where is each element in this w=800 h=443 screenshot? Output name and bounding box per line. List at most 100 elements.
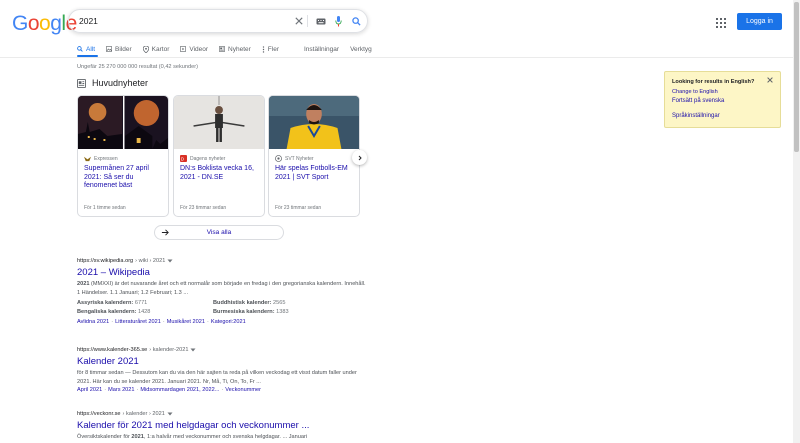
search-input[interactable]: [79, 10, 279, 32]
snippet-text: Översiktskalender för: [77, 434, 132, 440]
news-icon: [77, 78, 86, 88]
tab-all[interactable]: Allt: [77, 46, 95, 53]
news-headline[interactable]: DN:s Boklista vecka 16, 2021 - DN.SE: [180, 165, 262, 182]
tab-label: Inställningar: [304, 45, 340, 53]
microphone-icon[interactable]: [331, 14, 345, 28]
tab-label: Videor: [189, 45, 209, 53]
language-question: Looking for results in English?: [672, 79, 755, 85]
snippet-text: (MMXXI) är det nuvarande året och ett no…: [77, 281, 366, 296]
search-result: https://www.kalender-365.se › kalender-2…: [77, 347, 367, 393]
result-breadcrumb: › kalender › 2021: [122, 411, 165, 417]
tab-tools[interactable]: Verktyg: [350, 46, 372, 53]
sitelink[interactable]: Midsommardagen 2021, 2022...: [140, 387, 219, 393]
sitelink[interactable]: April 2021: [77, 387, 102, 393]
news-thumbnail: [269, 96, 359, 149]
news-time: För 23 timmar sedan: [180, 205, 227, 211]
language-settings-link[interactable]: Språkinställningar: [672, 113, 720, 119]
tabs-divider: [0, 57, 800, 58]
caret-down-icon[interactable]: [167, 259, 173, 263]
fact-value: 6771: [134, 299, 148, 306]
close-icon[interactable]: [767, 77, 773, 85]
sitelink[interactable]: Avlidna 2021: [77, 319, 109, 325]
news-thumbnail: [78, 96, 168, 149]
tab-maps[interactable]: Kartor: [142, 45, 170, 53]
caret-down-icon[interactable]: [190, 348, 196, 352]
tab-settings[interactable]: Inställningar: [304, 46, 339, 53]
tab-label: Verktyg: [350, 45, 372, 53]
result-url[interactable]: https://veckonr.se › kalender › 2021: [77, 411, 367, 417]
news-card[interactable]: Expressen Supermånen 27 april 2021: Så s…: [77, 95, 169, 217]
tab-label: Bilder: [115, 45, 132, 53]
news-time: För 1 timme sedan: [84, 205, 126, 211]
more-vertical-icon: [262, 45, 264, 53]
search-submit-icon[interactable]: [349, 14, 363, 28]
snippet-text: , 1:a halvår med veckonummer och svenska…: [143, 434, 308, 440]
result-title[interactable]: Kalender 2021: [77, 356, 367, 367]
clear-icon[interactable]: [292, 14, 306, 28]
caret-down-icon[interactable]: [167, 412, 173, 416]
top-news-header: Huvudnyheter: [77, 78, 148, 88]
news-headline[interactable]: Här spelas Fotbolls-EM 2021 | SVT Sport: [275, 165, 357, 182]
news-card[interactable]: SVT Nyheter Här spelas Fotbolls-EM 2021 …: [268, 95, 360, 217]
search-tabs: Allt Bilder Kartor Videor Nyheter Fler I…: [77, 42, 383, 56]
result-title[interactable]: 2021 – Wikipedia: [77, 267, 367, 278]
tab-images[interactable]: Bilder: [106, 46, 132, 53]
fact-key: Bengaliska kalendern:: [77, 308, 137, 315]
news-thumbnail: [174, 96, 264, 149]
scrollbar-thumb[interactable]: [794, 2, 799, 152]
result-facts: Assyriska kalendern: 6771 Buddhistisk ka…: [77, 299, 367, 317]
view-all-news-button[interactable]: Visa alla: [154, 225, 284, 240]
keep-swedish-link[interactable]: Fortsätt på svenska: [672, 98, 724, 104]
result-sitelinks: Avlidna 2021 · Litteraturåret 2021 · Musikår…: [77, 318, 246, 325]
arrow-right-icon: [161, 229, 169, 236]
top-news-title: Huvudnyheter: [92, 78, 149, 88]
apps-grid-icon[interactable]: [716, 15, 726, 28]
keyboard-icon[interactable]: [314, 14, 328, 28]
tab-news[interactable]: Nyheter: [219, 46, 251, 53]
svt-favicon: [275, 155, 282, 162]
sign-in-button[interactable]: Logga in: [737, 13, 782, 30]
tab-label: Kartor: [151, 45, 170, 53]
result-url[interactable]: https://sv.wikipedia.org › wiki › 2021: [77, 258, 367, 264]
result-sitelinks: April 2021 · Mars 2021 · Midsommardagen 2021…: [77, 386, 262, 393]
dn-favicon: D: [180, 155, 187, 162]
tab-label: Allt: [86, 45, 96, 53]
news-card[interactable]: D Dagens nyheter DN:s Boklista vecka 16,…: [173, 95, 265, 217]
news-source-name: Dagens nyheter: [190, 155, 226, 162]
news-headline[interactable]: Supermånen 27 april 2021: Så ser du feno…: [84, 165, 166, 191]
logo-letter: G: [12, 12, 28, 35]
news-source: D Dagens nyheter: [180, 155, 225, 162]
tab-label: Nyheter: [228, 45, 251, 53]
sitelink[interactable]: Litteraturåret 2021: [115, 319, 161, 325]
tab-videos[interactable]: Videor: [180, 46, 208, 53]
carousel-next-button[interactable]: [352, 150, 367, 165]
result-title[interactable]: Kalender för 2021 med helgdagar och veck…: [77, 420, 367, 431]
tab-more[interactable]: Fler: [262, 46, 279, 53]
logo-letter: o: [39, 12, 51, 35]
news-icon: [219, 46, 226, 52]
change-to-english-link[interactable]: Change to English: [672, 89, 718, 95]
news-source: Expressen: [84, 155, 118, 162]
search-icon: [77, 46, 83, 52]
fact-value: 1428: [137, 308, 151, 315]
logo-letter: g: [50, 12, 62, 35]
sitelink[interactable]: Musikåret 2021: [167, 319, 205, 325]
news-source-name: Expressen: [94, 155, 118, 162]
sitelink[interactable]: Veckonummer: [225, 387, 261, 393]
result-domain: https://veckonr.se: [77, 411, 121, 417]
fact-key: Buddhistisk kalender:: [213, 299, 272, 306]
fact-key: Assyriska kalendern:: [77, 299, 134, 306]
chevron-right-icon: [358, 155, 362, 160]
search-result: https://sv.wikipedia.org › wiki › 2021 2…: [77, 258, 367, 325]
sitelink[interactable]: Kategori:2021: [211, 319, 246, 325]
result-snippet: Översiktskalender för 2021, 1:a halvår m…: [77, 433, 367, 442]
fact-key: Burmesiska kalendern:: [213, 308, 275, 315]
search-result: https://veckonr.se › kalender › 2021 Kal…: [77, 411, 367, 442]
result-breadcrumb: › wiki › 2021: [135, 258, 166, 264]
sitelink[interactable]: Mars 2021: [108, 387, 134, 393]
google-logo[interactable]: Google: [12, 12, 77, 36]
expressen-favicon: [84, 156, 91, 162]
video-icon: [180, 46, 187, 52]
result-url[interactable]: https://www.kalender-365.se › kalender-2…: [77, 347, 367, 353]
news-time: För 23 timmar sedan: [275, 205, 322, 211]
